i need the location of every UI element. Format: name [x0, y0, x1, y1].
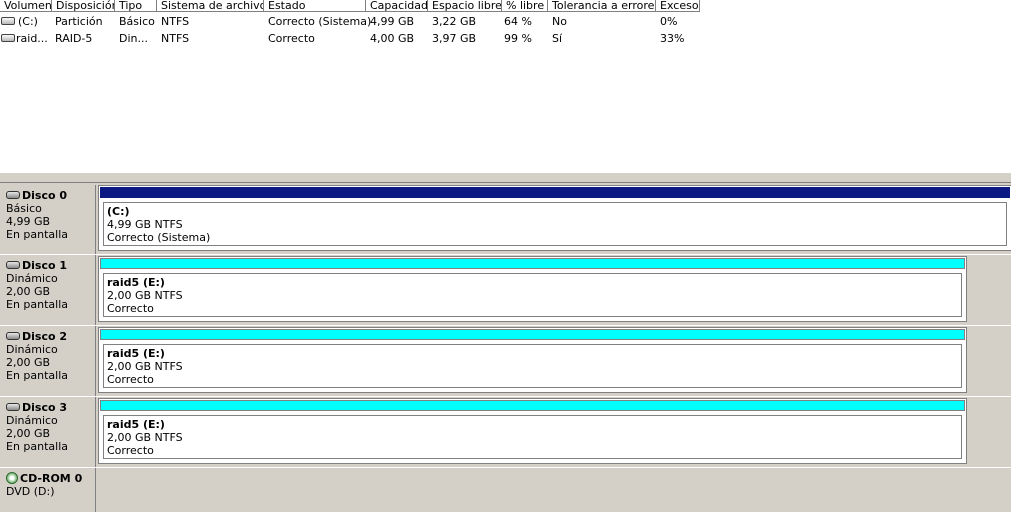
partition-title: raid5 (E:) [107, 347, 165, 360]
partition-size: 2,00 GB NTFS [107, 360, 183, 373]
free-space-cell: 3,97 GB [432, 32, 477, 45]
volume-cell: (C:) [1, 14, 53, 30]
column-header-pct-free[interactable]: % libre [502, 0, 548, 12]
partition-size: 4,99 GB NTFS [107, 218, 183, 231]
pct-free-cell: 99 % [504, 32, 532, 45]
column-header-filesystem[interactable]: Sistema de archivos [157, 0, 264, 12]
free-space-cell: 3,22 GB [432, 15, 477, 28]
disk-name: Disco 1 [22, 259, 68, 272]
volume-list[interactable]: Volumen Disposición Tipo Sistema de arch… [0, 0, 1011, 172]
partition-color-bar [100, 400, 965, 411]
cdrom-row: CD-ROM 0 DVD (D:) [0, 468, 1011, 512]
disk-row-0: Disco 0 Básico 4,99 GB En pantalla (C:) … [0, 185, 1011, 254]
partition-title: raid5 (E:) [107, 418, 165, 431]
partition-status: Correcto (Sistema) [107, 231, 211, 244]
disk-size: 2,00 GB [6, 356, 51, 369]
volume-cell: raid... [1, 31, 53, 47]
layout-cell: Partición [55, 15, 103, 28]
partition-status: Correcto [107, 302, 154, 315]
capacity-cell: 4,99 GB [370, 15, 415, 28]
disk-info-3[interactable]: Disco 3 Dinámico 2,00 GB En pantalla [0, 397, 96, 467]
column-header-fault-tolerance[interactable]: Tolerancia a errores [548, 0, 656, 12]
partition-details: (C:) 4,99 GB NTFS Correcto (Sistema) [103, 202, 1007, 246]
partition-raid5-disk1[interactable]: raid5 (E:) 2,00 GB NTFS Correcto [98, 256, 967, 322]
disk-size: 2,00 GB [6, 285, 51, 298]
column-header-layout[interactable]: Disposición [52, 0, 115, 12]
hard-disk-icon [6, 403, 20, 411]
cdrom-name: CD-ROM 0 [20, 472, 83, 485]
disk-state: En pantalla [6, 369, 69, 382]
type-cell: Básico [119, 15, 155, 28]
partition-status: Correcto [107, 373, 154, 386]
column-header-overhead[interactable]: Exceso [656, 0, 700, 12]
partition-c[interactable]: (C:) 4,99 GB NTFS Correcto (Sistema) [98, 185, 1011, 251]
filesystem-cell: NTFS [161, 15, 190, 28]
capacity-cell: 4,00 GB [370, 32, 415, 45]
disk-graphical-view: Disco 0 Básico 4,99 GB En pantalla (C:) … [0, 183, 1011, 512]
disk-type: Dinámico [6, 272, 58, 285]
pct-free-cell: 64 % [504, 15, 532, 28]
partition-color-bar [100, 329, 965, 340]
disk-name: Disco 0 [22, 189, 68, 202]
disk-type: Dinámico [6, 343, 58, 356]
cd-rom-icon [6, 472, 18, 484]
column-header-free-space[interactable]: Espacio libre [428, 0, 502, 12]
fault-tolerance-cell: Sí [552, 32, 563, 45]
disk-size: 2,00 GB [6, 427, 51, 440]
disk-row-2: Disco 2 Dinámico 2,00 GB En pantalla rai… [0, 326, 1011, 396]
column-header-type[interactable]: Tipo [115, 0, 157, 12]
type-cell: Din... [119, 32, 148, 45]
disk-info-2[interactable]: Disco 2 Dinámico 2,00 GB En pantalla [0, 326, 96, 396]
disk-type: Básico [6, 202, 42, 215]
disk-row-1: Disco 1 Dinámico 2,00 GB En pantalla rai… [0, 255, 1011, 325]
partition-status: Correcto [107, 444, 154, 457]
partition-raid5-disk3[interactable]: raid5 (E:) 2,00 GB NTFS Correcto [98, 398, 967, 464]
disk-state: En pantalla [6, 298, 69, 311]
disk-name: Disco 2 [22, 330, 68, 343]
disk-size: 4,99 GB [6, 215, 51, 228]
partition-details: raid5 (E:) 2,00 GB NTFS Correcto [103, 415, 962, 459]
partition-details: raid5 (E:) 2,00 GB NTFS Correcto [103, 273, 962, 317]
partition-color-bar [100, 258, 965, 269]
column-header-capacity[interactable]: Capacidad [366, 0, 428, 12]
layout-cell: RAID-5 [55, 32, 93, 45]
disk-state: En pantalla [6, 228, 69, 241]
partition-size: 2,00 GB NTFS [107, 289, 183, 302]
hard-disk-icon [6, 261, 20, 269]
partition-color-bar [100, 187, 1010, 198]
status-cell: Correcto [268, 32, 315, 45]
hard-disk-icon [6, 332, 20, 340]
overhead-cell: 33% [660, 32, 685, 45]
partition-size: 2,00 GB NTFS [107, 431, 183, 444]
filesystem-cell: NTFS [161, 32, 190, 45]
partition-details: raid5 (E:) 2,00 GB NTFS Correcto [103, 344, 962, 388]
disk-state: En pantalla [6, 440, 69, 453]
column-header-volume[interactable]: Volumen [0, 0, 52, 12]
fault-tolerance-cell: No [552, 15, 567, 28]
disk-info-0[interactable]: Disco 0 Básico 4,99 GB En pantalla [0, 185, 96, 254]
pane-splitter[interactable] [0, 172, 1011, 183]
cdrom-drive: DVD (D:) [6, 485, 55, 498]
partition-title: raid5 (E:) [107, 276, 165, 289]
overhead-cell: 0% [660, 15, 678, 28]
cdrom-info[interactable]: CD-ROM 0 DVD (D:) [0, 468, 96, 512]
status-cell: Correcto (Sistema) [268, 15, 372, 28]
hard-disk-icon [6, 191, 20, 199]
partition-title: (C:) [107, 205, 130, 218]
disk-type: Dinámico [6, 414, 58, 427]
disk-row-3: Disco 3 Dinámico 2,00 GB En pantalla rai… [0, 397, 1011, 467]
drive-icon [1, 17, 15, 25]
column-header-status[interactable]: Estado [264, 0, 366, 12]
disk-name: Disco 3 [22, 401, 68, 414]
disk-info-1[interactable]: Disco 1 Dinámico 2,00 GB En pantalla [0, 255, 96, 325]
drive-icon [1, 34, 15, 42]
partition-raid5-disk2[interactable]: raid5 (E:) 2,00 GB NTFS Correcto [98, 327, 967, 393]
